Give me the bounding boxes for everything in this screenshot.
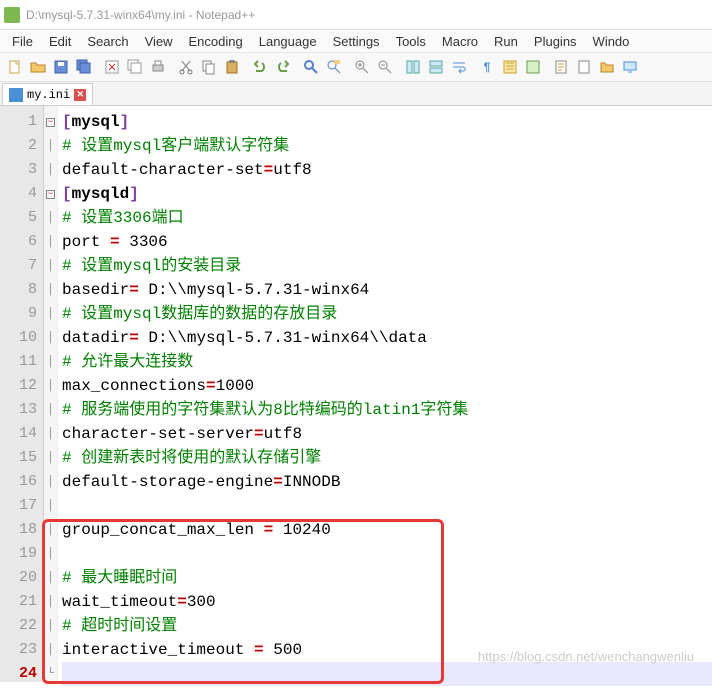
code-line[interactable] bbox=[62, 542, 712, 566]
save-icon[interactable] bbox=[50, 56, 72, 78]
code-line[interactable]: basedir= D:\\mysql-5.7.31-winx64 bbox=[62, 278, 712, 302]
show-all-chars-icon[interactable]: ¶ bbox=[476, 56, 498, 78]
wrap-icon[interactable] bbox=[448, 56, 470, 78]
doc-map-icon[interactable] bbox=[550, 56, 572, 78]
code-area[interactable]: [mysql]# 设置mysql客户端默认字符集default-characte… bbox=[58, 106, 712, 682]
zoom-in-icon[interactable] bbox=[351, 56, 373, 78]
code-line[interactable] bbox=[62, 662, 712, 686]
code-line[interactable]: character-set-server=utf8 bbox=[62, 422, 712, 446]
code-line[interactable]: default-character-set=utf8 bbox=[62, 158, 712, 182]
tab-close-icon[interactable]: ✕ bbox=[74, 89, 86, 101]
line-gutter: 123456789101112131415161718192021222324 bbox=[0, 106, 44, 682]
code-line[interactable]: default-storage-engine=INNODB bbox=[62, 470, 712, 494]
menubar: File Edit Search View Encoding Language … bbox=[0, 30, 712, 52]
file-icon bbox=[9, 88, 23, 102]
menu-view[interactable]: View bbox=[137, 32, 181, 51]
menu-encoding[interactable]: Encoding bbox=[181, 32, 251, 51]
folder-icon[interactable] bbox=[596, 56, 618, 78]
undo-icon[interactable] bbox=[249, 56, 271, 78]
code-line[interactable]: interactive_timeout = 500 bbox=[62, 638, 712, 662]
code-line[interactable]: # 设置mysql数据库的数据的存放目录 bbox=[62, 302, 712, 326]
code-line[interactable]: # 创建新表时将使用的默认存储引擎 bbox=[62, 446, 712, 470]
menu-window[interactable]: Windo bbox=[585, 32, 638, 51]
code-line[interactable]: # 设置3306端口 bbox=[62, 206, 712, 230]
lang-icon[interactable] bbox=[522, 56, 544, 78]
menu-settings[interactable]: Settings bbox=[325, 32, 388, 51]
open-file-icon[interactable] bbox=[27, 56, 49, 78]
code-line[interactable]: # 服务端使用的字符集默认为8比特编码的latin1字符集 bbox=[62, 398, 712, 422]
menu-edit[interactable]: Edit bbox=[41, 32, 79, 51]
cut-icon[interactable] bbox=[175, 56, 197, 78]
redo-icon[interactable] bbox=[272, 56, 294, 78]
code-line[interactable]: max_connections=1000 bbox=[62, 374, 712, 398]
menu-run[interactable]: Run bbox=[486, 32, 526, 51]
fold-column: −││−│││││││││││││││││││└ bbox=[44, 106, 58, 682]
menu-language[interactable]: Language bbox=[251, 32, 325, 51]
code-line[interactable]: # 最大睡眠时间 bbox=[62, 566, 712, 590]
new-file-icon[interactable] bbox=[4, 56, 26, 78]
close-all-icon[interactable] bbox=[124, 56, 146, 78]
code-line[interactable]: datadir= D:\\mysql-5.7.31-winx64\\data bbox=[62, 326, 712, 350]
zoom-out-icon[interactable] bbox=[374, 56, 396, 78]
code-line[interactable]: # 设置mysql客户端默认字符集 bbox=[62, 134, 712, 158]
code-line[interactable]: [mysqld] bbox=[62, 182, 712, 206]
func-list-icon[interactable] bbox=[573, 56, 595, 78]
app-icon bbox=[4, 7, 20, 23]
copy-icon[interactable] bbox=[198, 56, 220, 78]
code-line[interactable]: # 允许最大连接数 bbox=[62, 350, 712, 374]
indent-guide-icon[interactable] bbox=[499, 56, 521, 78]
save-all-icon[interactable] bbox=[73, 56, 95, 78]
tabbar: my.ini ✕ bbox=[0, 82, 712, 106]
code-line[interactable] bbox=[62, 494, 712, 518]
code-line[interactable]: port = 3306 bbox=[62, 230, 712, 254]
code-line[interactable]: wait_timeout=300 bbox=[62, 590, 712, 614]
menu-file[interactable]: File bbox=[4, 32, 41, 51]
titlebar: D:\mysql-5.7.31-winx64\my.ini - Notepad+… bbox=[0, 0, 712, 30]
menu-macro[interactable]: Macro bbox=[434, 32, 486, 51]
monitor-icon[interactable] bbox=[619, 56, 641, 78]
toolbar: ¶ bbox=[0, 52, 712, 82]
paste-icon[interactable] bbox=[221, 56, 243, 78]
editor[interactable]: 123456789101112131415161718192021222324 … bbox=[0, 106, 712, 682]
menu-search[interactable]: Search bbox=[79, 32, 136, 51]
sync-h-icon[interactable] bbox=[425, 56, 447, 78]
window-title: D:\mysql-5.7.31-winx64\my.ini - Notepad+… bbox=[26, 8, 255, 22]
file-tab[interactable]: my.ini ✕ bbox=[2, 83, 93, 105]
code-line[interactable]: group_concat_max_len = 10240 bbox=[62, 518, 712, 542]
replace-icon[interactable] bbox=[323, 56, 345, 78]
code-line[interactable]: [mysql] bbox=[62, 110, 712, 134]
code-line[interactable]: # 设置mysql的安装目录 bbox=[62, 254, 712, 278]
tab-label: my.ini bbox=[27, 88, 70, 102]
sync-v-icon[interactable] bbox=[402, 56, 424, 78]
close-icon[interactable] bbox=[101, 56, 123, 78]
find-icon[interactable] bbox=[300, 56, 322, 78]
print-icon[interactable] bbox=[147, 56, 169, 78]
code-line[interactable]: # 超时时间设置 bbox=[62, 614, 712, 638]
menu-plugins[interactable]: Plugins bbox=[526, 32, 585, 51]
menu-tools[interactable]: Tools bbox=[388, 32, 434, 51]
